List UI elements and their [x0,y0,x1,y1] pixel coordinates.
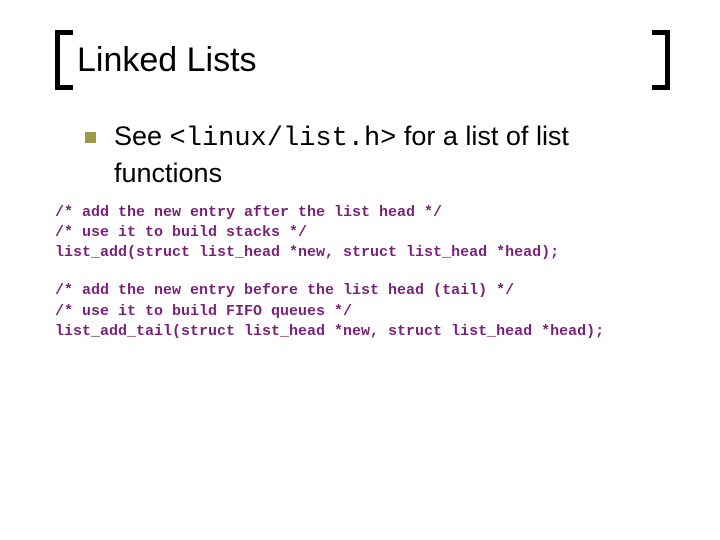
bullet-item: See <linux/list.h> for a list of list fu… [85,120,670,191]
bullet-text-pre: See [114,121,170,151]
square-bullet-icon [85,132,96,143]
code-block-2: /* add the new entry before the list hea… [55,281,670,342]
slide-title: Linked Lists [55,30,670,90]
title-bar: Linked Lists [55,30,670,90]
bullet-text: See <linux/list.h> for a list of list fu… [114,120,670,191]
left-bracket-icon [55,30,73,90]
bullet-text-code: <linux/list.h> [170,124,397,154]
right-bracket-icon [652,30,670,90]
slide: Linked Lists See <linux/list.h> for a li… [0,0,720,540]
code-block-1: /* add the new entry after the list head… [55,203,670,264]
